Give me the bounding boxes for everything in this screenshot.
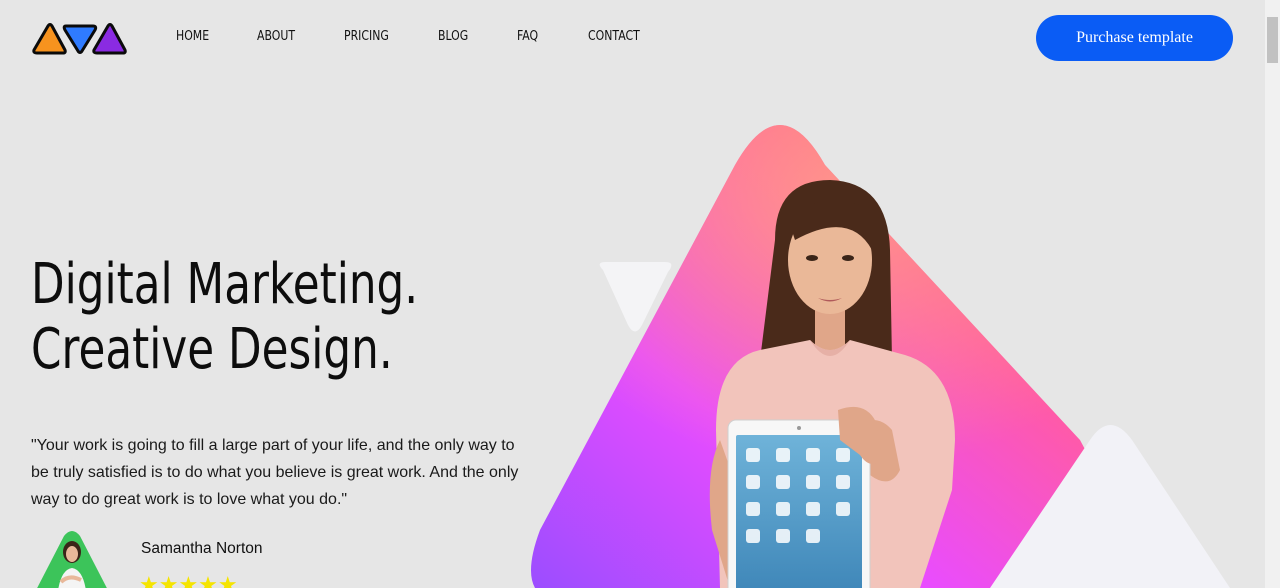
- page: HOME ABOUT PRICING BLOG FAQ CONTACT Purc…: [0, 0, 1265, 588]
- nav-about[interactable]: ABOUT: [257, 29, 295, 44]
- logo-icon[interactable]: [31, 21, 127, 55]
- purchase-template-button[interactable]: Purchase template: [1036, 15, 1233, 61]
- hero-title-line-2: Creative Design.: [31, 317, 393, 382]
- star-icon: ★★★★★: [139, 572, 238, 588]
- hero-illustration: [531, 125, 1230, 588]
- nav-faq[interactable]: FAQ: [517, 29, 538, 44]
- author-avatar: [37, 531, 107, 588]
- nav-blog[interactable]: BLOG: [438, 29, 468, 44]
- nav-home[interactable]: HOME: [176, 29, 209, 44]
- scrollbar-thumb[interactable]: [1267, 17, 1278, 63]
- rating-stars: ★★★★★: [139, 574, 238, 588]
- nav-pricing[interactable]: PRICING: [344, 29, 389, 44]
- author-name: Samantha Norton: [141, 540, 263, 557]
- testimonial-quote: "Your work is going to fill a large part…: [31, 437, 519, 508]
- vertical-scrollbar[interactable]: [1265, 0, 1280, 588]
- hero-title: Digital Marketing. Creative Design.: [31, 252, 418, 382]
- hero-title-line-1: Digital Marketing.: [31, 252, 419, 317]
- nav-contact[interactable]: CONTACT: [588, 29, 640, 44]
